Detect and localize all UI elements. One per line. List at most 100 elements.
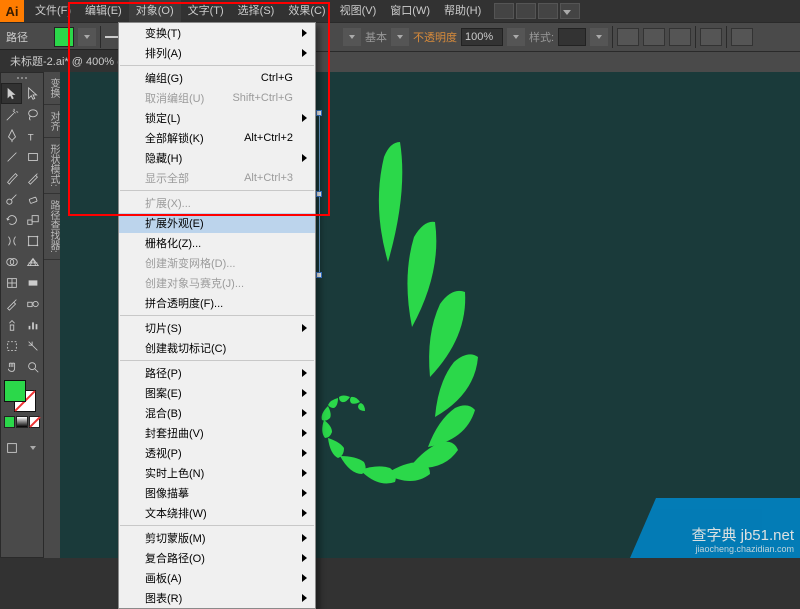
fill-color[interactable] (4, 380, 26, 402)
color-mode-solid[interactable] (4, 416, 15, 428)
artboard-tool[interactable] (1, 335, 22, 356)
eraser-tool[interactable] (22, 188, 43, 209)
menu-item[interactable]: 栅格化(Z)... (119, 233, 315, 253)
menu-item[interactable]: 混合(B) (119, 403, 315, 423)
menu-item[interactable]: 剪切蒙版(M) (119, 528, 315, 548)
submenu-arrow-icon (302, 469, 307, 477)
lasso-tool[interactable] (22, 104, 43, 125)
menu-item[interactable]: 编组(G)Ctrl+G (119, 68, 315, 88)
menu-item[interactable]: 隐藏(H) (119, 148, 315, 168)
blob-brush-tool[interactable] (1, 188, 22, 209)
menu-效果[interactable]: 效果(C) (281, 0, 332, 22)
brush-dropdown[interactable] (343, 28, 361, 46)
menu-item[interactable]: 创建裁切标记(C) (119, 338, 315, 358)
type-tool[interactable]: T (22, 125, 43, 146)
menu-编辑[interactable]: 编辑(E) (78, 0, 129, 22)
line-tool[interactable] (1, 146, 22, 167)
menu-item[interactable]: 扩展外观(E) (119, 213, 315, 233)
selection-tool[interactable] (1, 83, 22, 104)
fill-dropdown[interactable] (78, 28, 96, 46)
menu-item: 创建渐变网格(D)... (119, 253, 315, 273)
menu-item-label: 排列(A) (145, 45, 182, 61)
screen-mode-normal[interactable] (1, 437, 22, 458)
more-icon[interactable] (731, 28, 753, 46)
hand-tool[interactable] (1, 356, 22, 377)
color-picker[interactable] (1, 377, 43, 431)
pen-tool[interactable] (1, 125, 22, 146)
menu-item[interactable]: 文本绕排(W) (119, 503, 315, 523)
layout-icon-3[interactable] (538, 3, 558, 19)
scale-tool[interactable] (22, 209, 43, 230)
screen-mode-dropdown[interactable] (22, 437, 43, 458)
width-tool[interactable] (1, 230, 22, 251)
menu-选择[interactable]: 选择(S) (231, 0, 282, 22)
color-mode-none[interactable] (29, 416, 40, 428)
column-graph-tool[interactable] (22, 314, 43, 335)
menu-窗口[interactable]: 窗口(W) (383, 0, 437, 22)
menu-item[interactable]: 画板(A) (119, 568, 315, 588)
submenu-arrow-icon (302, 49, 307, 57)
menu-对象[interactable]: 对象(O) (129, 0, 181, 22)
layout-icon-dropdown[interactable] (560, 3, 580, 19)
menu-item[interactable]: 变换(T) (119, 23, 315, 43)
menu-item[interactable]: 图案(E) (119, 383, 315, 403)
slice-tool[interactable] (22, 335, 43, 356)
menu-视图[interactable]: 视图(V) (333, 0, 384, 22)
submenu-arrow-icon (302, 369, 307, 377)
menu-item[interactable]: 复合路径(O) (119, 548, 315, 568)
menu-item[interactable]: 锁定(L) (119, 108, 315, 128)
rotate-tool[interactable] (1, 209, 22, 230)
style-dropdown[interactable] (590, 28, 608, 46)
layout-icon-1[interactable] (494, 3, 514, 19)
gradient-tool[interactable] (22, 272, 43, 293)
menu-item-label: 栅格化(Z)... (145, 235, 201, 251)
menu-item[interactable]: 切片(S) (119, 318, 315, 338)
eyedropper-tool[interactable] (1, 293, 22, 314)
menu-separator (120, 525, 314, 526)
layout-icon-2[interactable] (516, 3, 536, 19)
style-swatch[interactable] (558, 28, 586, 46)
opacity-field[interactable]: 100% (461, 28, 503, 46)
zoom-tool[interactable] (22, 356, 43, 377)
symbol-sprayer-tool[interactable] (1, 314, 22, 335)
direct-selection-tool[interactable] (22, 83, 43, 104)
menu-item[interactable]: 拼合透明度(F)... (119, 293, 315, 313)
menu-item[interactable]: 透视(P) (119, 443, 315, 463)
opacity-dropdown[interactable] (507, 28, 525, 46)
submenu-arrow-icon (302, 554, 307, 562)
pencil-tool[interactable] (22, 167, 43, 188)
blend-tool[interactable] (22, 293, 43, 314)
free-transform-tool[interactable] (22, 230, 43, 251)
menu-item[interactable]: 图表(R) (119, 588, 315, 608)
handle-se[interactable] (316, 272, 322, 278)
align-icon-1[interactable] (617, 28, 639, 46)
menu-item[interactable]: 路径(P) (119, 363, 315, 383)
menu-item-label: 画板(A) (145, 570, 182, 586)
rectangle-tool[interactable] (22, 146, 43, 167)
menu-item[interactable]: 图像描摹 (119, 483, 315, 503)
color-mode-gradient[interactable] (16, 416, 27, 428)
menu-item[interactable]: 实时上色(N) (119, 463, 315, 483)
menu-item-label: 图像描摹 (145, 485, 189, 501)
basic-dropdown[interactable] (391, 28, 409, 46)
menu-文字[interactable]: 文字(T) (181, 0, 231, 22)
align-icon-2[interactable] (643, 28, 665, 46)
transform-icon[interactable] (700, 28, 722, 46)
handle-ne[interactable] (316, 110, 322, 116)
handle-e[interactable] (316, 191, 322, 197)
opacity-label[interactable]: 不透明度 (413, 29, 457, 45)
align-icon-3[interactable] (669, 28, 691, 46)
menu-item[interactable]: 封套扭曲(V) (119, 423, 315, 443)
watermark: 查字典 jb51.net jiaocheng.chazidian.com (630, 498, 800, 558)
fill-color-swatch[interactable] (54, 27, 74, 47)
mesh-tool[interactable] (1, 272, 22, 293)
magic-wand-tool[interactable] (1, 104, 22, 125)
paintbrush-tool[interactable] (1, 167, 22, 188)
shape-builder-tool[interactable] (1, 251, 22, 272)
menu-文件[interactable]: 文件(F) (28, 0, 78, 22)
perspective-grid-tool[interactable] (22, 251, 43, 272)
menu-帮助[interactable]: 帮助(H) (437, 0, 488, 22)
menu-item-label: 拼合透明度(F)... (145, 295, 223, 311)
menu-item[interactable]: 排列(A) (119, 43, 315, 63)
menu-item[interactable]: 全部解锁(K)Alt+Ctrl+2 (119, 128, 315, 148)
